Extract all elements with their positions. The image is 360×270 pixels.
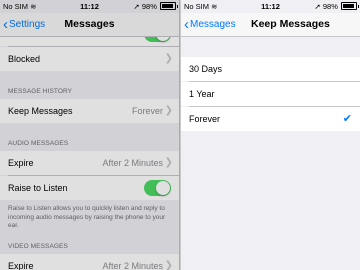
location-icon: ➚ [314,2,321,11]
checkmark-icon: ✔ [342,113,352,125]
page-title: Keep Messages [251,18,330,30]
status-bar: No SIM ≋ 11:12 ➚ 98% [181,0,360,13]
battery-icon [341,2,359,10]
option-30-days[interactable]: 30 Days [181,57,360,81]
battery-percent: 98% [322,2,338,11]
chevron-left-icon: ‹ [184,16,189,33]
messages-settings-screen: No SIM ≋ 11:12 ➚ 98% Character Count Blo… [0,0,179,270]
back-label: Messages [190,19,236,30]
option-1-year[interactable]: 1 Year [181,82,360,106]
option-label: 30 Days [189,64,223,74]
keep-messages-screen: No SIM ≋ 11:12 ➚ 98% ‹Messages Keep Mess… [181,0,360,270]
navigation-bar: ‹Messages Keep Messages [181,13,360,37]
option-label: 1 Year [189,89,215,99]
option-label: Forever [189,114,221,124]
battery-status: ➚ 98% [314,0,359,13]
transition-dim-overlay [0,0,179,270]
option-forever[interactable]: Forever ✔ [181,107,360,131]
back-button[interactable]: ‹Messages [184,13,236,36]
